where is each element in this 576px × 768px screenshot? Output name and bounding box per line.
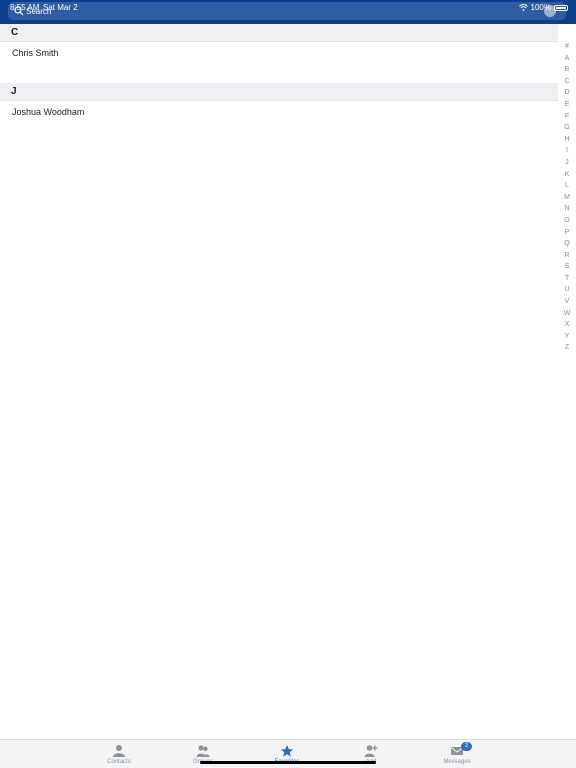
header: Search 8:55 AM Sat Mar 2 100% [0,0,576,24]
star-icon [280,745,294,757]
wifi-icon [518,4,528,11]
tab-bar: Contacts Groups Favorites Add 2 Message [0,739,576,768]
contact-row[interactable]: Chris Smith [0,42,558,83]
section-header-j: J [0,83,558,101]
index-letter[interactable]: X [565,319,570,331]
person-icon [113,745,125,757]
search-bar[interactable]: Search [8,2,566,20]
index-letter[interactable]: P [565,227,570,239]
index-letter[interactable]: Y [565,331,570,343]
index-letter[interactable]: C [564,76,569,88]
index-letter[interactable]: V [565,296,570,308]
index-letter[interactable]: J [565,157,569,169]
index-letter[interactable]: A [565,53,570,65]
tab-label: Contacts [107,759,131,765]
add-person-icon [364,745,378,757]
status-time: 8:55 AM [10,3,40,12]
index-letter[interactable]: B [565,64,570,76]
index-letter[interactable]: F [565,111,569,123]
index-letter[interactable]: E [565,99,570,111]
index-letter[interactable]: # [565,41,569,53]
index-letter[interactable]: U [564,284,569,296]
messages-badge: 2 [461,742,472,751]
group-icon [196,745,210,757]
index-letter[interactable]: K [565,169,570,181]
index-letter[interactable]: N [564,203,569,215]
battery-percent: 100% [530,3,551,12]
contact-list: C Chris Smith J Joshua Woodham [0,24,558,142]
index-letter[interactable]: G [564,122,569,134]
section-header-c: C [0,24,558,42]
index-letter[interactable]: I [566,145,568,157]
tab-contacts[interactable]: Contacts [89,744,149,765]
index-letter[interactable]: O [564,215,569,227]
index-letter[interactable]: Q [564,238,569,250]
index-letter[interactable]: S [565,261,570,273]
status-right: 100% [518,3,568,12]
tab-messages[interactable]: 2 Messages [427,742,487,765]
battery-icon [554,4,568,11]
index-letter[interactable]: M [564,192,570,204]
home-indicator[interactable] [200,761,376,764]
index-letter[interactable]: D [564,87,569,99]
alphabet-index[interactable]: # A B C D E F G H I J K L M N O P Q R S T U V W X Y Z [558,41,576,354]
index-letter[interactable]: L [565,180,569,192]
index-letter[interactable]: H [564,134,569,146]
index-letter[interactable]: Z [565,342,569,354]
index-letter[interactable]: W [564,308,571,320]
contact-row[interactable]: Joshua Woodham [0,101,558,142]
index-letter[interactable]: T [565,273,569,285]
tab-label: Messages [443,759,471,765]
status-date: Sat Mar 2 [43,3,78,12]
index-letter[interactable]: R [564,250,569,262]
